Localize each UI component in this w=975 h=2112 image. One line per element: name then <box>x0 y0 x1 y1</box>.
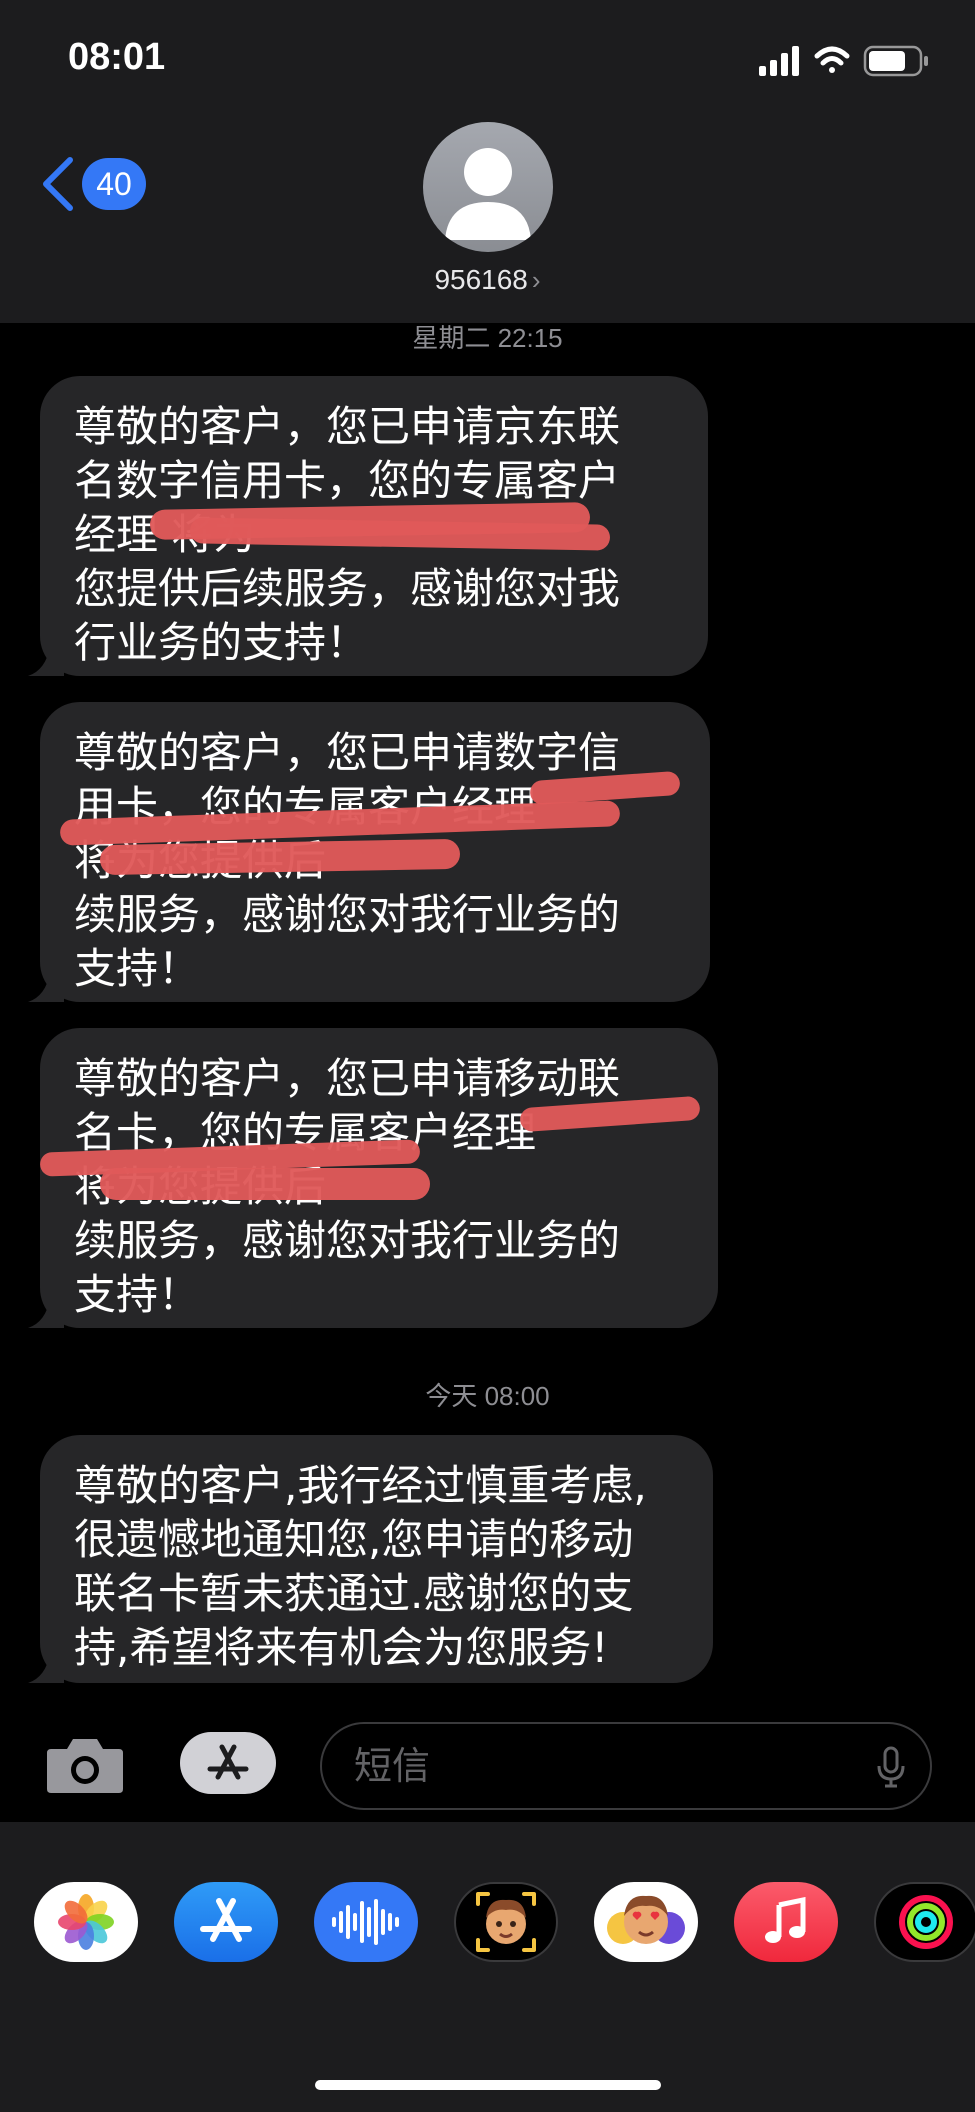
drawer-app-activity[interactable] <box>874 1882 975 1962</box>
app-store-button[interactable] <box>180 1732 276 1794</box>
bubble-tail <box>28 646 64 676</box>
bubble-tail <box>28 1298 64 1328</box>
memoji-stickers-icon <box>607 1895 685 1944</box>
chevron-right-icon: › <box>531 265 541 295</box>
message-bubble[interactable]: 尊敬的客户，您已申请移动联 名卡，您的专属客户经理 将为您提供后 续服务，感谢您… <box>28 1028 718 1328</box>
home-indicator[interactable] <box>315 2080 661 2090</box>
app-store-icon <box>207 1744 249 1780</box>
status-icons <box>759 45 928 77</box>
music-icon <box>765 1897 806 1943</box>
drawer-app-memoji-stickers[interactable] <box>594 1882 698 1962</box>
camera-icon[interactable] <box>45 1735 125 1795</box>
timestamp: 星期二 22:15 <box>412 323 563 353</box>
chevron-left-icon <box>43 157 73 211</box>
battery-icon <box>863 45 928 77</box>
message-field[interactable] <box>320 1722 932 1810</box>
bubble-tail <box>28 972 64 1002</box>
status-time: 08:01 <box>68 36 166 78</box>
activity-icon <box>899 1895 953 1949</box>
timestamp: 今天 08:00 <box>425 1381 550 1411</box>
back-button[interactable]: 40 <box>40 152 146 216</box>
message-input[interactable] <box>354 1724 854 1808</box>
message-bubble[interactable]: 尊敬的客户,我行经过慎重考虑, 很遗憾地通知您,您申请的移动 联名卡暂未获通过.… <box>28 1435 713 1683</box>
contact-name[interactable]: 956168 › <box>0 264 975 296</box>
cellular-signal-icon <box>759 46 799 76</box>
memoji-icon <box>476 1892 536 1952</box>
message-bubble[interactable]: 尊敬的客户，您已申请京东联 名数字信用卡，您的专属客户 经理 将为 您提供后续服… <box>28 376 708 676</box>
drawer-app-memoji[interactable] <box>454 1882 558 1962</box>
bubble-tail <box>28 1653 64 1683</box>
redaction-mark <box>99 838 461 876</box>
wifi-icon <box>814 46 850 73</box>
person-icon <box>445 148 531 240</box>
drawer-app-audio[interactable] <box>314 1882 418 1962</box>
unread-count-badge: 40 <box>82 158 146 210</box>
drawer-app-app-store[interactable] <box>174 1882 278 1962</box>
redaction-mark <box>100 1168 430 1200</box>
contact-avatar[interactable] <box>423 122 553 252</box>
message-text: 尊敬的客户,我行经过慎重考虑, 很遗憾地通知您,您申请的移动 联名卡暂未获通过.… <box>74 1461 647 1672</box>
app-drawer <box>0 1822 975 2112</box>
photos-icon <box>58 1894 114 1950</box>
microphone-icon[interactable] <box>876 1746 906 1788</box>
audio-message-icon <box>332 1899 399 1945</box>
drawer-app-photos[interactable] <box>34 1882 138 1962</box>
message-bubble[interactable]: 尊敬的客户，您已申请数字信 用卡，您的专属客户经理 将为您提供后 续服务，感谢您… <box>28 702 710 1002</box>
drawer-app-music[interactable] <box>734 1882 838 1962</box>
app-store-icon <box>200 1898 252 1942</box>
